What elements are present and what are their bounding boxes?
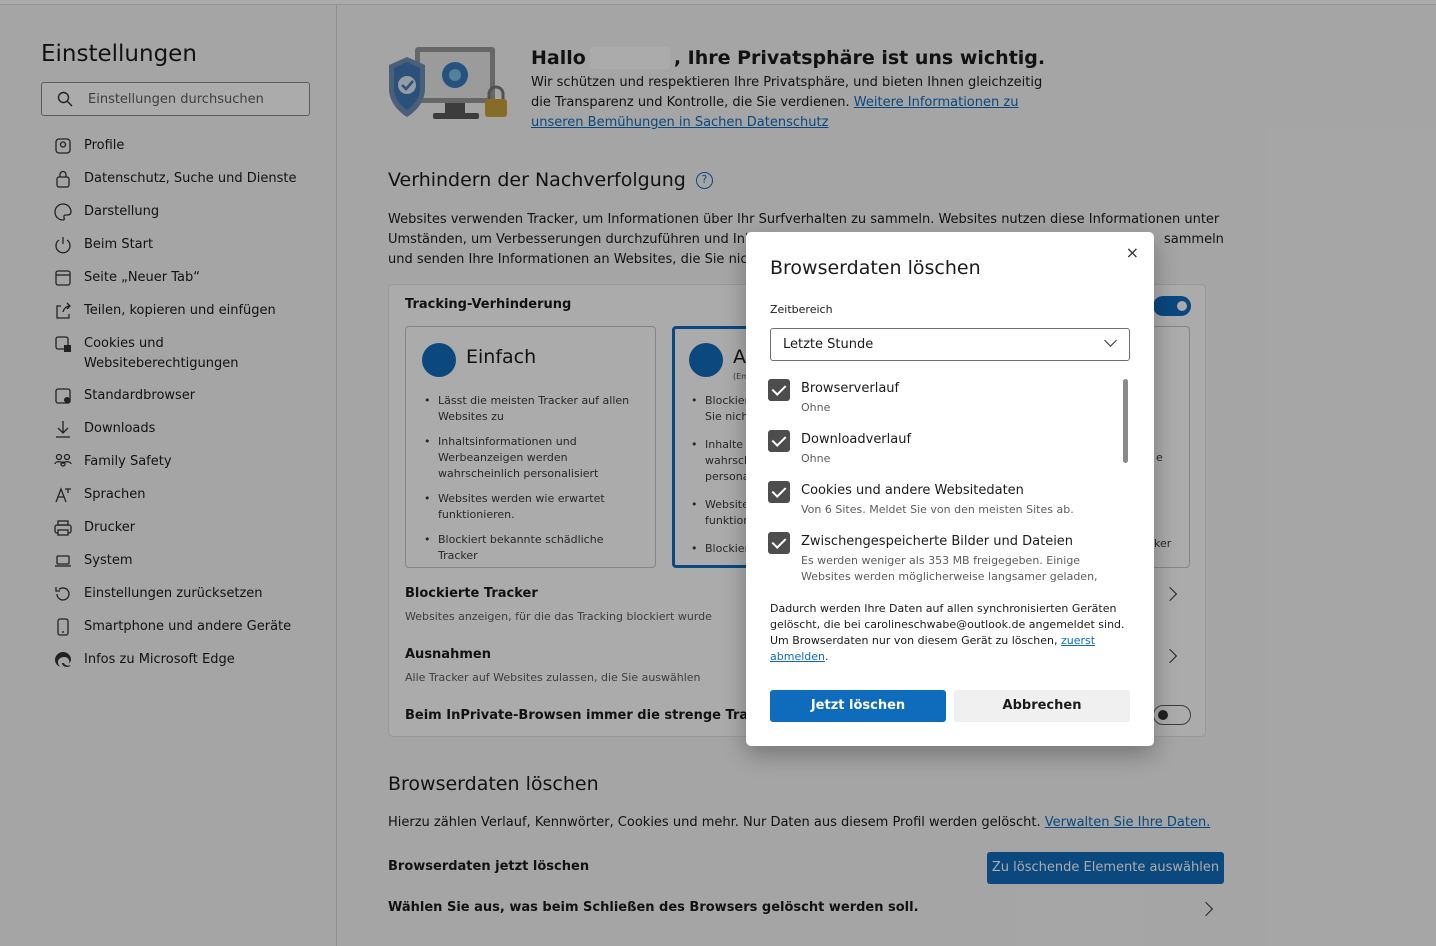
modal-backdrop (0, 0, 1436, 946)
option-cookies[interactable]: Cookies und andere Websitedaten Von 6 Si… (768, 479, 1108, 530)
time-range-select[interactable]: Letzte Stunde (770, 328, 1130, 361)
option-history[interactable]: Browserverlauf Ohne (768, 377, 1108, 428)
list-scrollbar[interactable] (1123, 379, 1128, 463)
checkbox-checked[interactable] (768, 379, 790, 401)
cancel-button[interactable]: Abbrechen (954, 690, 1130, 722)
close-icon[interactable]: × (1126, 243, 1139, 262)
option-download-history[interactable]: Downloadverlauf Ohne (768, 428, 1108, 479)
chevron-down-icon (1104, 334, 1117, 347)
clear-now-button[interactable]: Jetzt löschen (770, 690, 946, 722)
data-type-list: Browserverlauf Ohne Downloadverlauf Ohne… (768, 377, 1108, 582)
checkbox-checked[interactable] (768, 532, 790, 554)
clear-browsing-data-dialog: × Browserdaten löschen Zeitbereich Letzt… (746, 232, 1154, 746)
checkbox-checked[interactable] (768, 481, 790, 503)
time-range-label: Zeitbereich (770, 303, 833, 316)
checkbox-checked[interactable] (768, 430, 790, 452)
dialog-title: Browserdaten löschen (770, 257, 981, 279)
option-cache[interactable]: Zwischengespeicherte Bilder und Dateien … (768, 530, 1108, 582)
sync-note: Dadurch werden Ihre Daten auf allen sync… (770, 602, 1125, 663)
